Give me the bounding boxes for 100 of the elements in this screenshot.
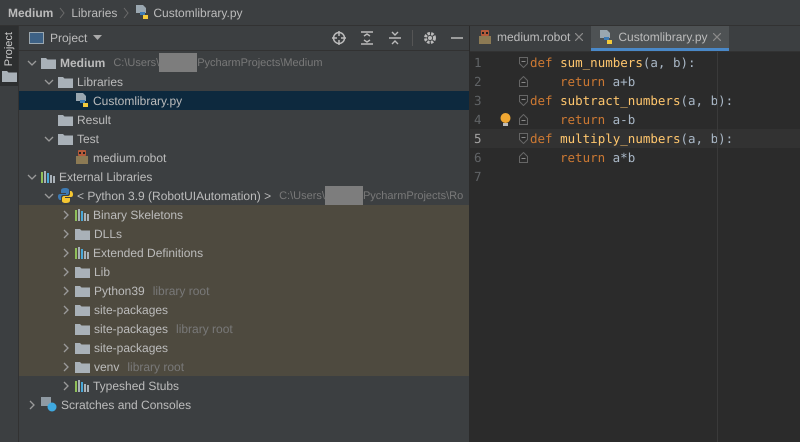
python-file-icon — [75, 93, 89, 108]
line-number: 5 — [473, 131, 483, 146]
python-file-icon — [135, 5, 150, 20]
collapse-all-icon[interactable] — [388, 31, 402, 45]
breadcrumb[interactable]: Medium — [8, 6, 54, 20]
tree-row[interactable]: site-packages — [19, 300, 469, 319]
project-tool-tab[interactable]: Project — [0, 26, 18, 86]
tree-row[interactable]: venv library root — [19, 357, 469, 376]
tree-item-label: Binary Skeletons — [93, 208, 184, 222]
tree-row[interactable]: medium.robot — [19, 148, 469, 167]
editor-tab[interactable]: medium.robot — [470, 26, 592, 51]
redaction-block — [324, 186, 363, 205]
line-number: 2 — [473, 74, 483, 89]
line-number: 4 — [473, 112, 483, 127]
library-icon — [75, 208, 89, 220]
breadcrumb[interactable]: Libraries — [71, 6, 118, 20]
tree-row[interactable]: External Libraries — [19, 167, 469, 186]
tree-row[interactable]: DLLs — [19, 224, 469, 243]
tree-item-label: Lib — [94, 264, 110, 278]
locate-icon[interactable] — [332, 31, 346, 45]
fold-marker-icon[interactable] — [519, 76, 528, 87]
code-line: return a*b — [559, 150, 636, 165]
tree-row[interactable]: Binary Skeletons — [19, 205, 469, 224]
tree-item-label: Customlibrary.py — [93, 94, 182, 108]
code-line: return a-b — [559, 112, 636, 127]
python-file-icon — [599, 30, 614, 44]
folder-icon — [58, 76, 73, 88]
tree-item-label: site-packages — [94, 322, 168, 336]
tree-row[interactable]: Result — [19, 110, 469, 129]
path-text: C:\Users\ — [113, 56, 160, 68]
tree-item-label: DLLs — [94, 226, 122, 240]
lightbulb-icon[interactable] — [500, 112, 511, 126]
tree-row[interactable]: Lib — [19, 262, 469, 281]
scratches-icon — [41, 397, 57, 412]
settings-icon[interactable] — [423, 31, 437, 45]
folder-icon — [58, 114, 73, 126]
tree-item-label: venv — [94, 360, 120, 374]
tree-item-label: site-packages — [94, 302, 168, 316]
tree-item-label: Scratches and Consoles — [61, 398, 192, 412]
folder-icon — [2, 70, 16, 82]
tree-row[interactable]: Test — [19, 129, 469, 148]
line-number: 7 — [473, 169, 483, 184]
library-icon — [75, 380, 89, 392]
tree-item-label: Extended Definitions — [93, 246, 204, 260]
close-icon[interactable] — [712, 33, 721, 41]
fold-marker-icon[interactable] — [519, 152, 528, 163]
tree-item-label: < Python 3.9 (RobotUIAutomation) > — [77, 188, 272, 202]
chevron-icon — [123, 6, 130, 18]
code-line: return a+b — [559, 74, 636, 89]
tree-row[interactable]: Customlibrary.py — [19, 91, 469, 110]
library-icon — [75, 246, 89, 258]
path-text: C:\Users\ — [279, 190, 325, 202]
fold-marker-icon[interactable] — [519, 114, 528, 125]
fold-marker-icon[interactable] — [519, 95, 528, 106]
panel-title[interactable]: Project — [50, 31, 88, 45]
robot-icon — [75, 150, 89, 165]
tree-item-label: medium.robot — [93, 150, 166, 164]
fold-marker-icon[interactable] — [519, 133, 528, 144]
tree-item-label: site-packages — [94, 340, 168, 354]
editor-tab[interactable]: Customlibrary.py — [591, 26, 729, 51]
library-icon — [41, 170, 55, 182]
tree-row[interactable]: Scratches and Consoles — [19, 395, 469, 414]
tree-item-label: External Libraries — [59, 170, 152, 184]
fold-marker-icon[interactable] — [519, 57, 528, 68]
folder-icon — [75, 342, 90, 354]
code-line: def sum_numbers(a, b): — [530, 55, 696, 70]
folder-icon — [75, 284, 90, 296]
folder-icon — [75, 360, 90, 372]
library-root-note: library root — [176, 322, 233, 336]
tree-item-label: Python39 — [94, 284, 145, 298]
folder-icon — [75, 266, 90, 278]
close-icon[interactable] — [575, 33, 584, 41]
tree-item-label: Libraries — [77, 74, 124, 88]
chevron-icon — [59, 6, 66, 18]
redaction-block — [159, 53, 198, 72]
tree-item-label: Typeshed Stubs — [93, 378, 180, 392]
library-root-note: library root — [152, 284, 210, 298]
path-text: PycharmProjects\Medium — [197, 56, 323, 68]
tree-row[interactable]: Libraries — [19, 72, 469, 91]
code-line: def multiply_numbers(a, b): — [530, 131, 734, 146]
tree-row[interactable]: Typeshed Stubs — [19, 376, 469, 395]
tree-row[interactable]: Medium C:\Users\ PycharmProjects\Medium — [19, 53, 469, 72]
tree-row[interactable]: Python39 library root — [19, 281, 469, 300]
folder-icon — [75, 228, 90, 240]
tree-row[interactable]: site-packages library root — [19, 319, 469, 338]
robot-icon — [478, 30, 492, 44]
tree-row[interactable]: < Python 3.9 (RobotUIAutomation) > C:\Users\ PycharmProjects\Ro — [19, 186, 469, 205]
tree-row[interactable]: site-packages — [19, 338, 469, 357]
folder-icon — [58, 132, 73, 144]
tree-item-label: Result — [77, 112, 112, 126]
line-number: 1 — [473, 55, 483, 70]
tree-item-label: Test — [77, 132, 100, 146]
breadcrumb[interactable]: Customlibrary.py — [135, 5, 243, 20]
dropdown-icon[interactable] — [93, 35, 102, 41]
expand-all-icon[interactable] — [360, 31, 374, 45]
tree-item-label: Medium — [60, 56, 106, 70]
python-icon — [58, 188, 73, 203]
folder-icon — [75, 322, 90, 334]
folder-icon — [75, 304, 90, 316]
tree-row[interactable]: Extended Definitions — [19, 243, 469, 262]
